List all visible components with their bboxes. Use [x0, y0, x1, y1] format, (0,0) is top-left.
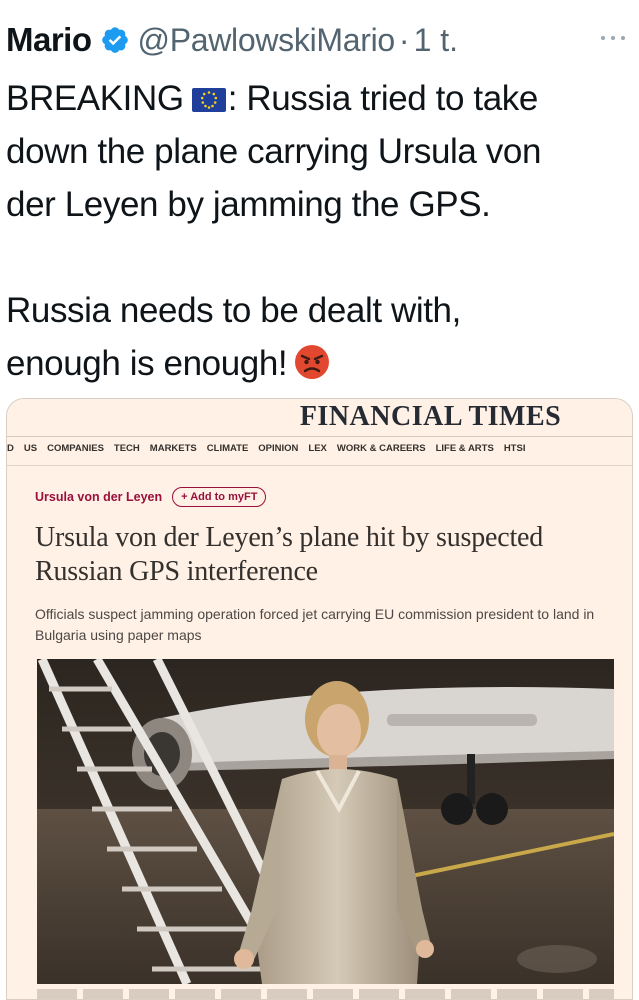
author-name[interactable]: Mario [6, 21, 92, 59]
tweet-line-1a: BREAKING [6, 79, 184, 118]
author-handle[interactable]: @PawlowskiMario [138, 22, 396, 59]
tweet-line-1b: : Russia tried to take [227, 79, 539, 118]
topic-row: Ursula von der Leyen + Add to myFT [35, 487, 267, 507]
photo-illustration [37, 659, 614, 984]
nav-item-companies[interactable]: COMPANIES [47, 443, 104, 459]
nav-item-us[interactable]: US [24, 443, 37, 459]
tweet-line-5a: enough is enough! [6, 344, 288, 383]
add-to-myft-button[interactable]: + Add to myFT [172, 487, 267, 507]
article-photo [37, 659, 614, 984]
tweet-text: BREAKING : Russia tried to take down the … [6, 72, 633, 390]
eu-flag-icon [191, 88, 226, 112]
nav-item-fragment[interactable]: D [7, 443, 14, 459]
nav-divider [7, 465, 632, 466]
nav-item-markets[interactable]: MARKETS [150, 443, 197, 459]
angry-face-icon [295, 345, 330, 379]
nav-item-opinion[interactable]: OPINION [258, 443, 298, 459]
nav-item-life-arts[interactable]: LIFE & ARTS [436, 443, 494, 459]
ft-navigation: D US COMPANIES TECH MARKETS CLIMATE OPIN… [7, 443, 525, 459]
tweet-line-4: Russia needs to be dealt with, [6, 291, 461, 330]
nav-item-work-careers[interactable]: WORK & CAREERS [337, 443, 426, 459]
separator-dot: · [398, 21, 410, 58]
nav-item-climate[interactable]: CLIMATE [207, 443, 249, 459]
tweet-header: Mario @PawlowskiMario · 1 t. [6, 18, 633, 62]
nav-item-lex[interactable]: LEX [308, 443, 326, 459]
article-standfirst: Officials suspect jamming operation forc… [35, 606, 595, 643]
ft-masthead[interactable]: FINANCIAL TIMES [7, 401, 632, 433]
tweet-line-5: enough is enough! [6, 337, 633, 390]
caption-strip [37, 989, 614, 999]
article-headline[interactable]: Ursula von der Leyen’s plane hit by susp… [35, 521, 615, 589]
nav-item-tech[interactable]: TECH [114, 443, 140, 459]
nav-item-htsi[interactable]: HTSI [504, 443, 526, 459]
article-card[interactable]: FINANCIAL TIMES D US COMPANIES TECH MARK… [6, 398, 633, 1000]
masthead-divider [7, 436, 632, 437]
tweet-line-1: BREAKING : Russia tried to take [6, 72, 633, 125]
more-dots-icon[interactable] [597, 28, 629, 48]
tweet-line-3: der Leyen by jamming the GPS. [6, 185, 491, 224]
verified-badge-icon [101, 27, 128, 53]
topic-link[interactable]: Ursula von der Leyen [35, 490, 162, 504]
tweet-timestamp[interactable]: 1 t. [414, 22, 458, 59]
tweet-line-2: down the plane carrying Ursula von [6, 132, 542, 171]
